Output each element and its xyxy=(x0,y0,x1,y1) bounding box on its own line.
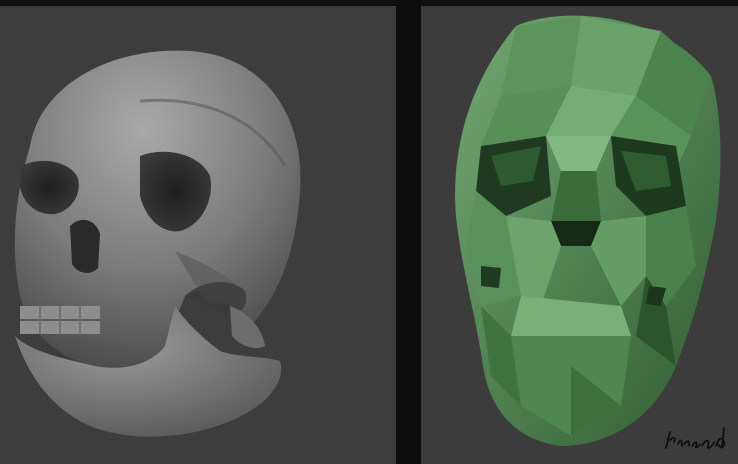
right-render-panel xyxy=(421,6,738,464)
nasal-cavity xyxy=(70,219,100,273)
panel-divider xyxy=(396,0,421,464)
gray-skull-render xyxy=(14,50,301,437)
signature-mark xyxy=(665,427,726,449)
green-skull-render xyxy=(455,15,721,447)
left-render-panel xyxy=(0,6,396,464)
image-frame xyxy=(0,0,738,464)
